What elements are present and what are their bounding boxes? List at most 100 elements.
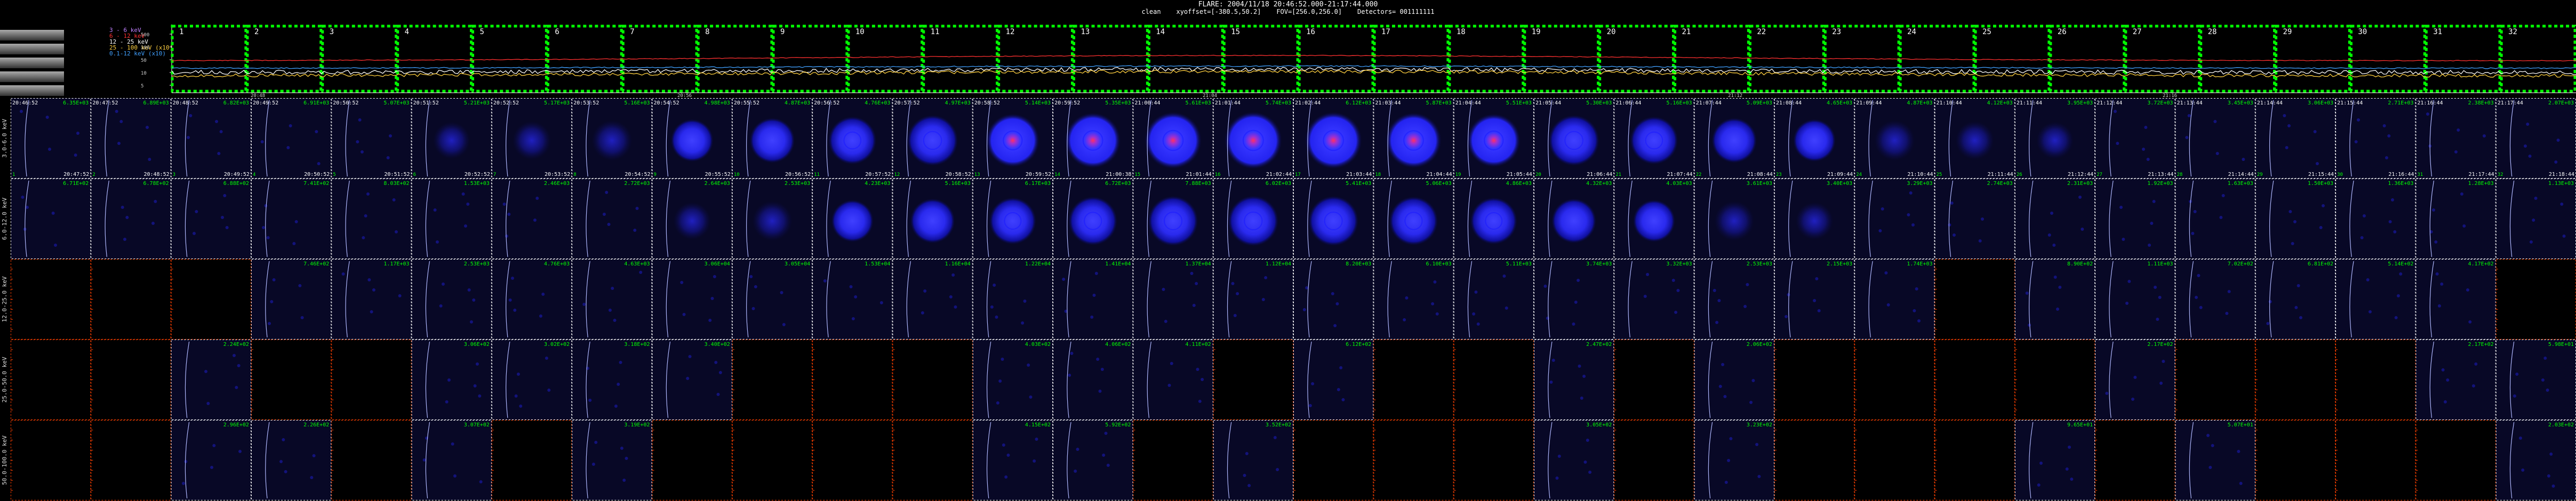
cell-index: 32 bbox=[2498, 172, 2503, 177]
noise-speck bbox=[125, 216, 129, 219]
source-disk bbox=[591, 120, 633, 161]
max-value-label: 1.41E+04 bbox=[1105, 261, 1131, 267]
noise-speck bbox=[1435, 312, 1439, 316]
cell-background bbox=[2255, 340, 2336, 420]
image-cell: 3.40E+02 bbox=[652, 340, 732, 420]
lc-xtick-label: 21:04 bbox=[1203, 93, 1217, 98]
noise-speck bbox=[2047, 233, 2051, 237]
image-cell bbox=[1854, 420, 1935, 500]
max-value-label: 5.35E+03 bbox=[1105, 100, 1131, 106]
segment-number: 28 bbox=[2208, 28, 2217, 36]
noise-speck bbox=[1337, 388, 1340, 391]
image-cell: 2.53E+03 bbox=[1694, 259, 1774, 340]
noise-speck bbox=[2191, 232, 2195, 235]
noise-speck bbox=[54, 244, 57, 247]
noise-speck bbox=[949, 295, 953, 298]
cell-index: 26 bbox=[2017, 172, 2022, 177]
noise-speck bbox=[1001, 358, 1004, 361]
noise-speck bbox=[2070, 478, 2074, 481]
cell-background bbox=[1453, 259, 1534, 340]
noise-speck bbox=[187, 136, 190, 139]
noise-speck bbox=[2206, 434, 2210, 437]
image-cell: 6.10E+03 bbox=[1373, 259, 1454, 340]
image-cell bbox=[1614, 340, 1694, 420]
cell-index: 4 bbox=[253, 172, 255, 177]
end-time-label: 20:50:52 bbox=[304, 172, 330, 177]
max-value-label: 5.61E+03 bbox=[1186, 100, 1211, 106]
image-cell: 7.41E+02 bbox=[251, 179, 332, 259]
noise-speck bbox=[1729, 437, 1733, 440]
image-cell bbox=[1373, 340, 1454, 420]
noise-speck bbox=[1713, 289, 1716, 292]
noise-speck bbox=[1201, 378, 1204, 381]
cell-background bbox=[91, 98, 171, 179]
image-cell: 5.11E+03 bbox=[1453, 259, 1534, 340]
image-cell: 3.18E+02 bbox=[572, 340, 652, 420]
max-value-label: 1.53E+04 bbox=[865, 261, 890, 267]
max-value-label: 5.07E+01 bbox=[2228, 422, 2253, 428]
row-label: 50.0-100.0 keV bbox=[1, 435, 8, 485]
image-cell: 5.41E+03 bbox=[1293, 179, 1374, 259]
cell-background bbox=[1854, 420, 1935, 500]
lc-xtick-label: 21:12 bbox=[1728, 93, 1742, 98]
segment-number: 15 bbox=[1231, 28, 1240, 36]
noise-speck bbox=[1813, 299, 1817, 302]
image-cell: 1.17E+03 bbox=[331, 259, 412, 340]
max-value-label: 5.11E+03 bbox=[1506, 261, 1532, 267]
noise-speck bbox=[951, 273, 955, 277]
image-cell: 1.63E+03 bbox=[2175, 179, 2255, 259]
max-value-label: 4.87E+03 bbox=[1907, 100, 1932, 106]
max-value-label: 4.06E+02 bbox=[1105, 342, 1131, 348]
noise-speck bbox=[1196, 368, 1199, 371]
noise-speck bbox=[2462, 224, 2466, 228]
noise-speck bbox=[1577, 279, 1580, 282]
image-cell: 2.15E+03 bbox=[1774, 259, 1855, 340]
image-cell: 4.97E+03 20:57:52 20:58:52 12 bbox=[892, 98, 973, 179]
cell-background bbox=[1053, 340, 1133, 420]
max-value-label: 5.14E+03 bbox=[1025, 100, 1051, 106]
lc-ytick-label: 500 bbox=[141, 33, 149, 38]
noise-speck bbox=[270, 300, 274, 303]
image-cell: 2.74E+03 bbox=[1934, 179, 2015, 259]
noise-speck bbox=[294, 220, 298, 223]
image-cell: 5.74E+03 21:01:44 21:02:44 16 bbox=[1213, 98, 1293, 179]
max-value-label: 3.05E+04 bbox=[785, 261, 810, 267]
max-value-label: 3.45E+03 bbox=[2228, 100, 2253, 106]
image-cell bbox=[2335, 340, 2416, 420]
cell-background bbox=[2335, 340, 2416, 420]
noise-speck bbox=[2523, 144, 2527, 148]
noise-speck bbox=[923, 289, 927, 293]
image-cell: 4.76E+03 bbox=[491, 259, 572, 340]
cell-background bbox=[1854, 179, 1935, 259]
noise-speck bbox=[2213, 120, 2217, 123]
image-cell: 2.71E+03 21:15:44 21:16:44 30 bbox=[2335, 98, 2416, 179]
image-cell bbox=[732, 340, 813, 420]
noise-speck bbox=[148, 158, 151, 161]
cell-background bbox=[2175, 259, 2255, 340]
noise-speck bbox=[990, 305, 994, 309]
noise-speck bbox=[189, 114, 193, 117]
max-value-label: 5.06E+03 bbox=[1426, 181, 1451, 187]
cell-background bbox=[2014, 179, 2095, 259]
noise-speck bbox=[21, 196, 25, 199]
noise-speck bbox=[710, 297, 714, 300]
image-cell: 2.53E+03 bbox=[732, 179, 813, 259]
start-time-label: 21:08:44 bbox=[1776, 100, 1802, 106]
noise-speck bbox=[1033, 459, 1036, 463]
max-value-label: 4.11E+02 bbox=[1186, 342, 1211, 348]
image-cell bbox=[1614, 420, 1694, 500]
noise-speck bbox=[1074, 470, 1077, 473]
cell-background bbox=[1213, 420, 1293, 500]
noise-speck bbox=[1004, 475, 1008, 479]
noise-speck bbox=[2078, 196, 2082, 199]
image-cell: 4.63E+03 bbox=[572, 259, 652, 340]
noise-speck bbox=[2146, 158, 2150, 161]
cell-background bbox=[652, 259, 732, 340]
noise-speck bbox=[2454, 150, 2458, 153]
max-value-label: 5.16E+03 bbox=[1666, 100, 1692, 106]
cell-background bbox=[2495, 420, 2576, 500]
max-value-label: 3.74E+03 bbox=[1586, 261, 1612, 267]
max-value-label: 4.63E+03 bbox=[624, 261, 650, 267]
end-time-label: 21:05:44 bbox=[1507, 172, 1532, 177]
max-value-label: 6.10E+03 bbox=[1426, 261, 1451, 267]
